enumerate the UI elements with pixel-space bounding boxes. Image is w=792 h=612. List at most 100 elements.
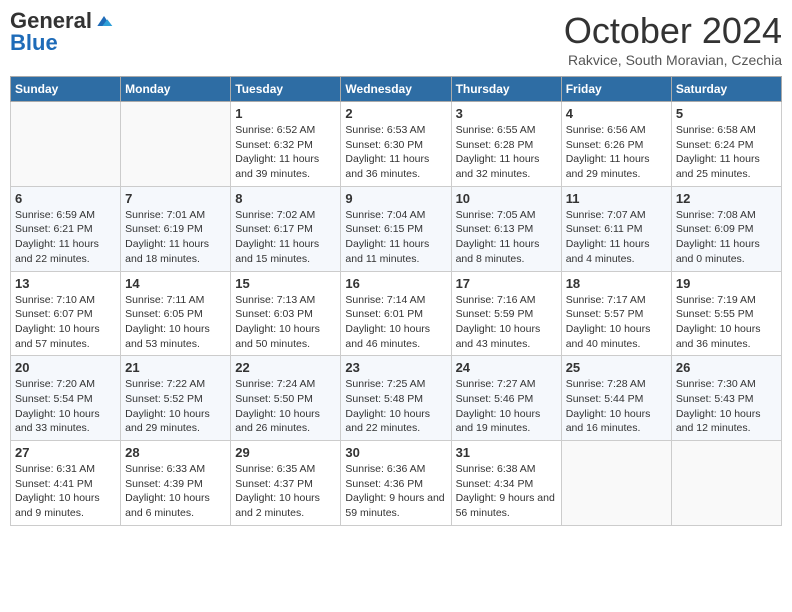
day-info: Sunset: 6:28 PM xyxy=(456,138,557,153)
calendar-cell: 11Sunrise: 7:07 AMSunset: 6:11 PMDayligh… xyxy=(561,186,671,271)
day-number: 10 xyxy=(456,191,557,206)
day-info: Sunset: 5:50 PM xyxy=(235,392,336,407)
calendar-weekday-header: Thursday xyxy=(451,77,561,102)
day-number: 28 xyxy=(125,445,226,460)
day-number: 18 xyxy=(566,276,667,291)
day-info: Daylight: 11 hours and 39 minutes. xyxy=(235,152,336,181)
day-info: Sunrise: 7:01 AM xyxy=(125,208,226,223)
day-info: Sunrise: 7:19 AM xyxy=(676,293,777,308)
day-info: Sunrise: 7:24 AM xyxy=(235,377,336,392)
calendar-cell: 3Sunrise: 6:55 AMSunset: 6:28 PMDaylight… xyxy=(451,102,561,187)
calendar-cell: 26Sunrise: 7:30 AMSunset: 5:43 PMDayligh… xyxy=(671,356,781,441)
day-info: Sunset: 5:44 PM xyxy=(566,392,667,407)
day-info: Sunrise: 6:52 AM xyxy=(235,123,336,138)
logo: General Blue xyxy=(10,10,114,56)
day-info: Daylight: 10 hours and 57 minutes. xyxy=(15,322,116,351)
day-info: Sunrise: 6:59 AM xyxy=(15,208,116,223)
logo-blue-text: Blue xyxy=(10,30,58,55)
calendar-cell: 5Sunrise: 6:58 AMSunset: 6:24 PMDaylight… xyxy=(671,102,781,187)
day-info: Sunset: 4:37 PM xyxy=(235,477,336,492)
calendar-cell: 1Sunrise: 6:52 AMSunset: 6:32 PMDaylight… xyxy=(231,102,341,187)
day-info: Daylight: 10 hours and 2 minutes. xyxy=(235,491,336,520)
calendar-cell xyxy=(11,102,121,187)
day-info: Sunrise: 7:25 AM xyxy=(345,377,446,392)
calendar-week-row: 6Sunrise: 6:59 AMSunset: 6:21 PMDaylight… xyxy=(11,186,782,271)
day-info: Daylight: 11 hours and 11 minutes. xyxy=(345,237,446,266)
day-info: Daylight: 10 hours and 6 minutes. xyxy=(125,491,226,520)
day-info: Sunrise: 6:31 AM xyxy=(15,462,116,477)
day-info: Daylight: 11 hours and 18 minutes. xyxy=(125,237,226,266)
day-number: 3 xyxy=(456,106,557,121)
day-info: Daylight: 9 hours and 59 minutes. xyxy=(345,491,446,520)
calendar-cell: 28 Sunrise: 6:33 AMSunset: 4:39 PMDayligh… xyxy=(121,441,231,526)
calendar-cell: 21Sunrise: 7:22 AMSunset: 5:52 PMDayligh… xyxy=(121,356,231,441)
day-info: Daylight: 10 hours and 19 minutes. xyxy=(456,407,557,436)
calendar-cell: 6 Sunrise: 6:59 AMSunset: 6:21 PMDaylight… xyxy=(11,186,121,271)
day-info: Sunset: 6:32 PM xyxy=(235,138,336,153)
day-info: Sunrise: 7:16 AM xyxy=(456,293,557,308)
day-number: 7 xyxy=(125,191,226,206)
day-info: Sunrise: 7:27 AM xyxy=(456,377,557,392)
calendar-cell: 15Sunrise: 7:13 AMSunset: 6:03 PMDayligh… xyxy=(231,271,341,356)
calendar-cell: 25Sunrise: 7:28 AMSunset: 5:44 PMDayligh… xyxy=(561,356,671,441)
title-block: October 2024 Rakvice, South Moravian, Cz… xyxy=(564,10,782,68)
day-number: 2 xyxy=(345,106,446,121)
day-info: Daylight: 11 hours and 29 minutes. xyxy=(566,152,667,181)
day-number: 19 xyxy=(676,276,777,291)
calendar-weekday-header: Saturday xyxy=(671,77,781,102)
day-number: 14 xyxy=(125,276,226,291)
day-info: Sunset: 6:07 PM xyxy=(15,307,116,322)
location-subtitle: Rakvice, South Moravian, Czechia xyxy=(564,52,782,68)
day-number: 30 xyxy=(345,445,446,460)
logo-icon xyxy=(94,11,114,31)
day-info: Sunset: 5:48 PM xyxy=(345,392,446,407)
day-info: Sunset: 6:30 PM xyxy=(345,138,446,153)
day-info: Sunrise: 6:53 AM xyxy=(345,123,446,138)
day-info: Daylight: 10 hours and 16 minutes. xyxy=(566,407,667,436)
day-info: Sunset: 5:59 PM xyxy=(456,307,557,322)
day-info: Sunrise: 6:33 AM xyxy=(125,462,226,477)
day-info: Daylight: 10 hours and 46 minutes. xyxy=(345,322,446,351)
day-info: Sunrise: 7:14 AM xyxy=(345,293,446,308)
day-info: Daylight: 11 hours and 22 minutes. xyxy=(15,237,116,266)
calendar-weekday-header: Friday xyxy=(561,77,671,102)
calendar-week-row: 13Sunrise: 7:10 AMSunset: 6:07 PMDayligh… xyxy=(11,271,782,356)
day-info: Sunset: 6:17 PM xyxy=(235,222,336,237)
day-number: 9 xyxy=(345,191,446,206)
day-info: Sunrise: 6:38 AM xyxy=(456,462,557,477)
calendar-header-row: SundayMondayTuesdayWednesdayThursdayFrid… xyxy=(11,77,782,102)
calendar-cell: 17Sunrise: 7:16 AMSunset: 5:59 PMDayligh… xyxy=(451,271,561,356)
day-number: 31 xyxy=(456,445,557,460)
day-info: Daylight: 10 hours and 12 minutes. xyxy=(676,407,777,436)
day-info: Sunrise: 7:28 AM xyxy=(566,377,667,392)
day-info: Sunset: 6:03 PM xyxy=(235,307,336,322)
day-info: Sunset: 4:34 PM xyxy=(456,477,557,492)
day-number: 29 xyxy=(235,445,336,460)
day-number: 16 xyxy=(345,276,446,291)
calendar-cell xyxy=(561,441,671,526)
day-info: Sunrise: 6:56 AM xyxy=(566,123,667,138)
calendar-weekday-header: Sunday xyxy=(11,77,121,102)
day-info: Sunrise: 7:05 AM xyxy=(456,208,557,223)
calendar-cell: 27Sunrise: 6:31 AMSunset: 4:41 PMDayligh… xyxy=(11,441,121,526)
calendar-cell xyxy=(121,102,231,187)
day-info: Sunset: 6:21 PM xyxy=(15,222,116,237)
day-info: Daylight: 11 hours and 25 minutes. xyxy=(676,152,777,181)
day-info: Sunset: 5:43 PM xyxy=(676,392,777,407)
day-info: Sunset: 6:09 PM xyxy=(676,222,777,237)
day-info: Sunset: 6:19 PM xyxy=(125,222,226,237)
calendar-cell: 16Sunrise: 7:14 AMSunset: 6:01 PMDayligh… xyxy=(341,271,451,356)
day-number: 6 xyxy=(15,191,116,206)
day-info: Sunset: 4:39 PM xyxy=(125,477,226,492)
calendar-cell: 10Sunrise: 7:05 AMSunset: 6:13 PMDayligh… xyxy=(451,186,561,271)
day-info: Daylight: 10 hours and 9 minutes. xyxy=(15,491,116,520)
calendar-cell: 23Sunrise: 7:25 AMSunset: 5:48 PMDayligh… xyxy=(341,356,451,441)
day-info: Sunrise: 6:58 AM xyxy=(676,123,777,138)
calendar-cell: 31Sunrise: 6:38 AMSunset: 4:34 PMDayligh… xyxy=(451,441,561,526)
day-number: 23 xyxy=(345,360,446,375)
calendar-cell: 4Sunrise: 6:56 AMSunset: 6:26 PMDaylight… xyxy=(561,102,671,187)
day-info: Daylight: 11 hours and 4 minutes. xyxy=(566,237,667,266)
page-header: General Blue October 2024 Rakvice, South… xyxy=(10,10,782,68)
day-number: 24 xyxy=(456,360,557,375)
day-info: Sunset: 6:11 PM xyxy=(566,222,667,237)
